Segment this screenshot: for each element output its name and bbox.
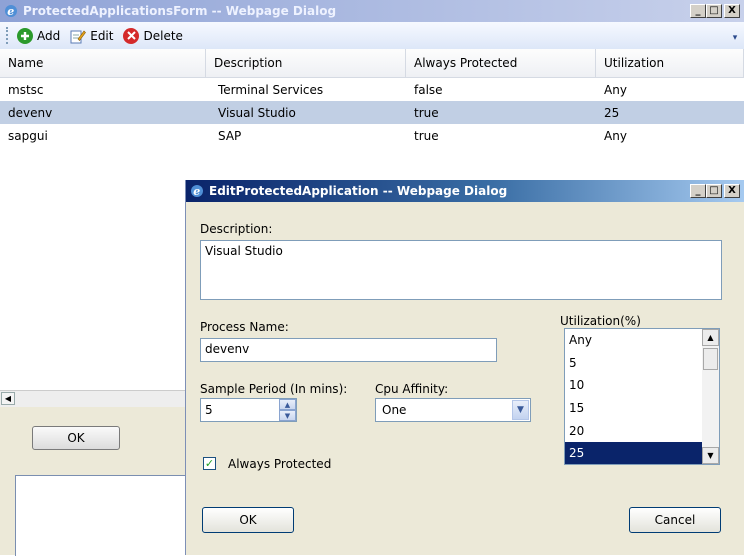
cell-description: Terminal Services: [218, 82, 324, 97]
list-item-selected[interactable]: 25: [565, 441, 702, 464]
utilization-label: Utilization(%): [560, 314, 641, 328]
toolbar-overflow-icon[interactable]: ▾: [730, 31, 740, 45]
cell-utilization: Any: [604, 82, 627, 97]
cpu-affinity-value: One: [382, 403, 407, 417]
delete-button[interactable]: Delete: [123, 27, 183, 44]
process-name-label: Process Name:: [200, 320, 289, 334]
add-icon: [17, 27, 33, 44]
column-header-always-protected[interactable]: Always Protected: [406, 49, 596, 77]
list-item[interactable]: 5: [565, 352, 702, 375]
add-button[interactable]: Add: [17, 27, 61, 44]
list-item[interactable]: 10: [565, 374, 702, 397]
cell-name: sapgui: [8, 128, 48, 143]
spin-down-icon[interactable]: ▼: [279, 410, 296, 421]
edit-button[interactable]: Edit: [70, 28, 113, 44]
cell-always-protected: true: [414, 128, 439, 143]
minimize-button[interactable]: _: [690, 184, 706, 198]
scroll-up-icon[interactable]: ▲: [702, 329, 719, 346]
cell-always-protected: false: [414, 82, 443, 97]
svg-text:e: e: [193, 185, 200, 198]
cancel-button[interactable]: Cancel: [629, 507, 721, 533]
delete-label: Delete: [143, 28, 183, 43]
cell-utilization: 25: [604, 105, 620, 120]
horizontal-scrollbar[interactable]: ◀: [0, 390, 210, 407]
list-item[interactable]: Any: [565, 329, 702, 352]
process-name-field[interactable]: devenv: [200, 338, 497, 362]
close-button[interactable]: X: [724, 4, 740, 18]
cell-description: SAP: [218, 128, 242, 143]
cpu-affinity-select[interactable]: One ▼: [375, 398, 531, 422]
cell-always-protected: true: [414, 105, 439, 120]
ie-icon: e: [3, 3, 19, 19]
column-header-utilization[interactable]: Utilization: [596, 49, 744, 77]
cell-description: Visual Studio: [218, 105, 296, 120]
table-row-selected[interactable]: devenv Visual Studio true 25: [0, 101, 744, 124]
toolbar-grip[interactable]: [6, 27, 11, 44]
edit-protected-application-dialog: e EditProtectedApplication -- Webpage Di…: [186, 180, 744, 555]
table-row[interactable]: sapgui SAP true Any: [0, 124, 744, 147]
lower-panel: [15, 475, 206, 556]
list-item[interactable]: 15: [565, 397, 702, 420]
svg-text:e: e: [7, 5, 14, 18]
delete-icon: [123, 27, 140, 44]
list-item[interactable]: 20: [565, 419, 702, 442]
sample-period-stepper[interactable]: 5 ▲ ▼: [200, 398, 297, 422]
sample-period-label: Sample Period (In mins):: [200, 382, 348, 396]
main-title-bar[interactable]: e ProtectedApplicationsForm -- Webpage D…: [0, 0, 744, 22]
dialog-title: EditProtectedApplication -- Webpage Dial…: [209, 184, 508, 198]
cpu-affinity-label: Cpu Affinity:: [375, 382, 449, 396]
column-header-description[interactable]: Description: [206, 49, 406, 77]
maximize-button[interactable]: □: [706, 184, 722, 198]
edit-icon: [70, 28, 87, 44]
grid-header: Name Description Always Protected Utiliz…: [0, 49, 744, 78]
close-button[interactable]: X: [724, 184, 740, 198]
cell-name: devenv: [8, 105, 53, 120]
description-field[interactable]: Visual Studio: [200, 240, 722, 300]
spin-up-icon[interactable]: ▲: [279, 399, 296, 410]
table-row[interactable]: mstsc Terminal Services false Any: [0, 78, 744, 101]
chevron-down-icon[interactable]: ▼: [512, 400, 529, 420]
column-header-name[interactable]: Name: [0, 49, 206, 77]
cell-name: mstsc: [8, 82, 44, 97]
sample-period-value: 5: [205, 403, 213, 417]
always-protected-label: Always Protected: [228, 457, 332, 471]
maximize-button[interactable]: □: [706, 4, 722, 18]
always-protected-checkbox[interactable]: ✓: [203, 457, 216, 470]
utilization-listbox[interactable]: Any 5 10 15 20 25 ▲ ▼: [564, 328, 720, 465]
minimize-button[interactable]: _: [690, 4, 706, 18]
main-ok-button[interactable]: OK: [32, 426, 120, 450]
scroll-down-icon[interactable]: ▼: [702, 447, 719, 464]
vertical-scrollbar[interactable]: ▲ ▼: [702, 329, 719, 464]
cell-utilization: Any: [604, 128, 627, 143]
add-label: Add: [37, 28, 61, 43]
edit-label: Edit: [90, 28, 114, 43]
checkmark-icon: ✓: [204, 457, 215, 470]
ok-button[interactable]: OK: [202, 507, 294, 533]
description-label: Description:: [200, 222, 273, 236]
scroll-thumb[interactable]: [703, 348, 718, 370]
ie-icon: e: [189, 183, 205, 199]
scroll-left-icon[interactable]: ◀: [1, 392, 15, 405]
dialog-title-bar[interactable]: e EditProtectedApplication -- Webpage Di…: [186, 180, 744, 202]
toolbar: Add Edit Delete ▾: [0, 22, 744, 50]
main-window-title: ProtectedApplicationsForm -- Webpage Dia…: [23, 4, 337, 18]
